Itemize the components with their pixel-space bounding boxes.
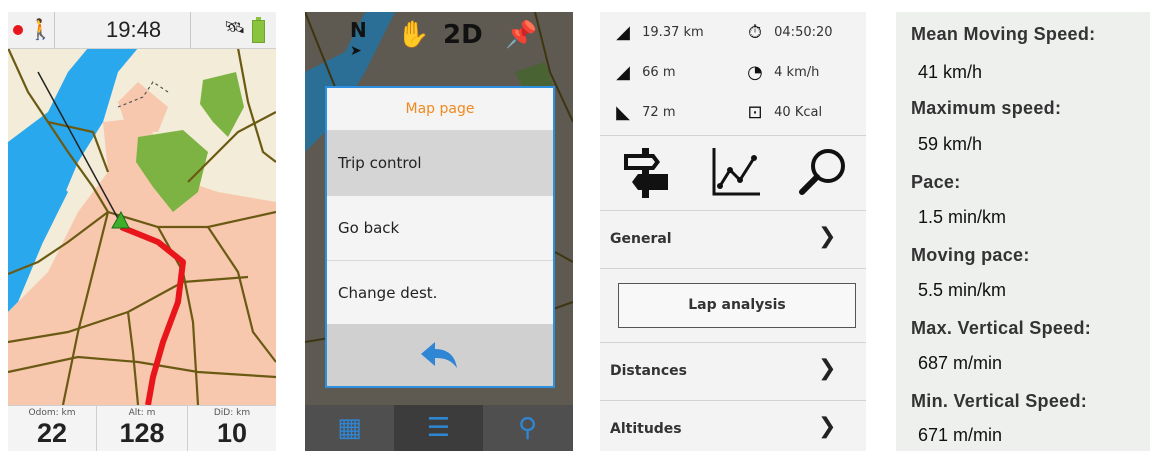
search-icon[interactable]: ⚲ (483, 405, 572, 451)
altitude-label: Alt: m (128, 408, 156, 418)
general-row[interactable]: General ❯ (600, 211, 866, 267)
walker-icon[interactable]: 🚶 (28, 17, 53, 41)
chevron-right-icon: ❯ (818, 224, 837, 249)
battery-icon (252, 17, 265, 43)
menu-item-change-dest[interactable]: Change dest. (327, 260, 553, 325)
pin-icon[interactable]: 📌 (505, 20, 537, 50)
bottom-nav: ▦ ☰ ⚲ (305, 405, 573, 451)
distances-label: Distances (610, 363, 687, 379)
trip-stats-screen: ◢ 19.37 km ◢ 66 m ◣ 72 m ⏱ 04:50:20 ◔ 4 … (600, 12, 866, 451)
status-bar: 🚶 19:48 🛰 (8, 12, 276, 49)
magnifier-icon[interactable] (796, 144, 852, 200)
distance-to-destination-value: 10 (216, 418, 248, 448)
stat-label: Maximum speed: (911, 98, 1062, 118)
grid-icon[interactable]: ▦ (305, 405, 394, 451)
stat-label: Max. Vertical Speed: (911, 318, 1092, 338)
satellite-icon[interactable]: 🛰 (224, 18, 246, 38)
scale-icon: ⊡ (747, 102, 763, 123)
mode-2d-button[interactable]: 2D (443, 20, 483, 50)
calories-value: 40 Kcal (774, 105, 823, 120)
odometer-label: Odom: km (28, 408, 76, 418)
clock: 19:48 (106, 17, 162, 42)
odometer-field[interactable]: Odom: km 22 (8, 406, 97, 451)
distance-stat: ◢ 19.37 km (608, 22, 704, 43)
stat-label: Mean Moving Speed: (911, 24, 1096, 44)
descent-icon: ◣ (616, 102, 630, 123)
duration-value: 04:50:20 (774, 25, 833, 40)
hand-icon[interactable]: ✋ (397, 20, 429, 50)
altitudes-label: Altitudes (610, 421, 682, 437)
calories-stat: ⊡ 40 Kcal (740, 102, 822, 123)
north-arrow-icon[interactable]: N ➤ (350, 18, 367, 66)
speed-stat: ◔ 4 km/h (740, 62, 819, 83)
ascent-icon: ◢ (616, 62, 630, 83)
back-arrow-icon[interactable] (417, 338, 461, 374)
ascent-stat: ◢ 66 m (608, 62, 675, 83)
distances-row[interactable]: Distances ❯ (600, 343, 866, 399)
chart-icon[interactable] (708, 144, 764, 200)
stat-value: 41 km/h (918, 62, 983, 82)
duration-stat: ⏱ 04:50:20 (740, 22, 833, 43)
signpost-icon[interactable] (620, 144, 672, 200)
record-dot-icon[interactable] (13, 25, 23, 35)
speedometer-icon: ◔ (747, 62, 763, 83)
map-canvas[interactable] (8, 12, 276, 451)
dialog-footer (327, 324, 553, 386)
stat-label: Min. Vertical Speed: (911, 391, 1088, 411)
distance-icon: ◢ (616, 22, 630, 43)
altitude-value: 128 (119, 418, 165, 448)
descent-stat: ◣ 72 m (608, 102, 675, 123)
menu-item-trip-control[interactable]: Trip control (327, 130, 553, 195)
stat-value: 687 m/min (918, 353, 1003, 373)
speed-stats-screen: Mean Moving Speed: 41 km/h Maximum speed… (896, 12, 1150, 451)
stat-value: 671 m/min (918, 425, 1003, 445)
chevron-right-icon: ❯ (818, 414, 837, 439)
dashboard: Odom: km 22 Alt: m 128 DiD: km 10 (8, 405, 276, 451)
menu-icon[interactable]: ☰ (394, 405, 483, 451)
altitude-field[interactable]: Alt: m 128 (97, 406, 188, 451)
stat-label: Pace: (911, 172, 961, 192)
map-menu-screen: N ➤ ✋ 2D 📌 Map page Trip control Go back … (305, 12, 573, 451)
map-screen[interactable]: 🚶 19:48 🛰 Odom: km 22 Alt: m 128 DiD: km… (8, 12, 276, 451)
distance-value: 19.37 km (642, 25, 704, 40)
chevron-right-icon: ❯ (818, 356, 837, 381)
map-page-dialog: Map page Trip control Go back Change des… (325, 86, 555, 388)
ascent-value: 66 m (642, 65, 676, 80)
descent-value: 72 m (642, 105, 676, 120)
altitudes-row[interactable]: Altitudes ❯ (600, 401, 866, 451)
stat-value: 5.5 min/km (918, 280, 1007, 300)
speed-value: 4 km/h (774, 65, 820, 80)
stopwatch-icon: ⏱ (747, 22, 763, 43)
distance-to-destination-label: DiD: km (213, 408, 251, 418)
stat-value: 59 km/h (918, 134, 983, 154)
dialog-title: Map page (405, 101, 475, 117)
general-label: General (610, 231, 672, 247)
stat-label: Moving pace: (911, 245, 1030, 265)
distance-to-destination-field[interactable]: DiD: km 10 (188, 406, 276, 451)
lap-analysis-button[interactable]: Lap analysis (618, 283, 856, 328)
stat-value: 1.5 min/km (918, 207, 1007, 227)
map-toolbar: N ➤ ✋ 2D 📌 (305, 12, 573, 64)
menu-item-go-back[interactable]: Go back (327, 195, 553, 260)
odometer-value: 22 (36, 418, 68, 448)
